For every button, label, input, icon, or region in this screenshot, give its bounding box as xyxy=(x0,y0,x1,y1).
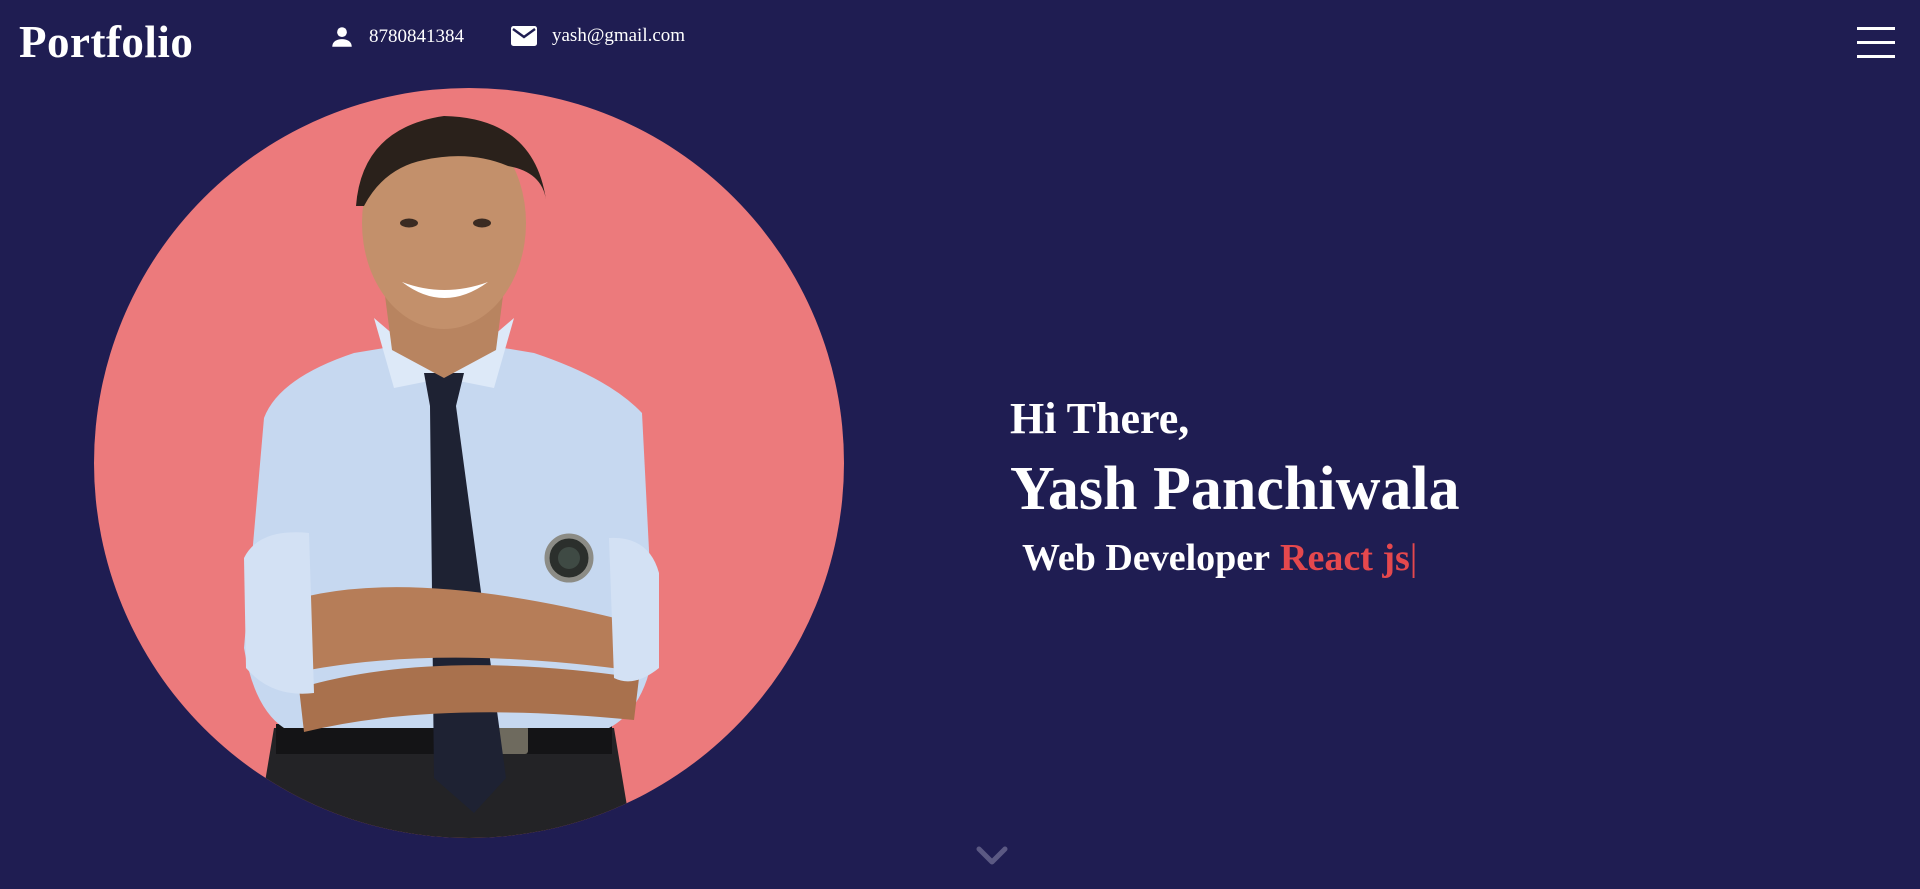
profile-photo xyxy=(94,88,844,838)
menu-bar xyxy=(1857,55,1895,58)
page: Portfolio 8780841384 yash@gmail.com Hi T… xyxy=(0,0,1920,889)
mail-icon xyxy=(510,24,538,48)
hero-name: Yash Panchiwala xyxy=(1010,455,1460,523)
greeting-text: Hi There, xyxy=(1010,394,1190,443)
hero-intro: Hi There, Yash Panchiwala Web Developer R… xyxy=(1010,393,1460,581)
hamburger-menu-icon[interactable] xyxy=(1857,27,1895,59)
phone-number: 8780841384 xyxy=(369,26,464,47)
chevron-down-icon[interactable] xyxy=(975,845,1009,867)
role-typed: React js xyxy=(1280,537,1410,579)
top-bar: Portfolio 8780841384 yash@gmail.com xyxy=(0,0,1920,80)
email-address: yash@gmail.com xyxy=(552,25,686,46)
role-line: Web Developer React js| xyxy=(1022,535,1460,581)
role-static: Web Developer xyxy=(1022,537,1271,579)
brand-logo[interactable]: Portfolio xyxy=(19,16,193,68)
menu-bar xyxy=(1857,27,1895,30)
menu-bar xyxy=(1857,41,1895,44)
phone-contact: 8780841384 xyxy=(329,24,464,50)
person-icon xyxy=(329,24,355,50)
typing-cursor: | xyxy=(1409,537,1418,579)
email-contact: yash@gmail.com xyxy=(510,24,685,48)
